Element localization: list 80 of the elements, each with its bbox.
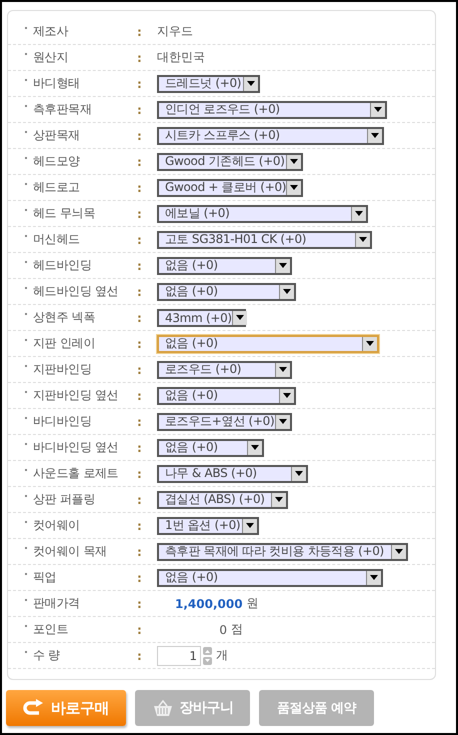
separator: : [137, 648, 143, 662]
separator: : [137, 50, 143, 64]
separator: : [137, 466, 143, 480]
separator: : [137, 76, 143, 90]
separator: : [137, 102, 143, 116]
field-label: 사운드홀 로제트 [33, 465, 120, 482]
field-label: 상판목재 [33, 127, 81, 144]
field-label: 픽업 [33, 569, 58, 586]
separator: : [137, 284, 143, 298]
separator: : [137, 414, 143, 428]
field-label: 지판 인레이 [33, 335, 96, 352]
field-label: 지판바인딩 옆선 [33, 387, 120, 404]
option-select[interactable]: 고토 SG381-H01 CK (+0) [157, 230, 372, 248]
field-label: 포인트 [33, 621, 70, 638]
field-label: 머신헤드 [33, 231, 81, 248]
option-select[interactable]: 에보닐 (+0) [157, 204, 368, 222]
field-label: 바디형태 [33, 75, 81, 92]
separator: : [137, 336, 143, 350]
field-label: 헤드바인딩 [33, 257, 93, 274]
separator: : [137, 440, 143, 454]
field-label: 컷어웨이 [33, 517, 81, 534]
separator: : [137, 180, 143, 194]
field-label: 지판바인딩 [33, 361, 93, 378]
field-label: 제조사 [33, 23, 70, 40]
option-select[interactable]: 43mm (+0) [157, 308, 246, 326]
quantity-unit: 개 [216, 647, 228, 664]
field-value: 대한민국 [157, 49, 205, 66]
separator: : [137, 492, 143, 506]
point-value: 0 [218, 622, 227, 636]
field-label: 원산지 [33, 49, 70, 66]
field-value: 지우드 [157, 23, 193, 40]
option-select[interactable]: 없음 (+0) [157, 568, 383, 586]
separator: : [137, 310, 143, 324]
option-select[interactable]: 시트카 스프루스 (+0) [157, 126, 384, 144]
field-label: 헤드바인딩 옆선 [33, 283, 120, 300]
separator: : [137, 388, 143, 402]
option-select[interactable]: 로즈우드+옆선 (+0) [157, 412, 292, 430]
field-label: 수 량 [33, 647, 61, 664]
option-select[interactable]: 없음 (+0) [157, 334, 379, 352]
separator: : [137, 258, 143, 272]
separator: : [137, 518, 143, 532]
option-select[interactable]: 없음 (+0) [157, 438, 264, 456]
separator: : [137, 362, 143, 376]
basket-icon [152, 699, 174, 717]
option-select[interactable]: 없음 (+0) [157, 256, 292, 274]
option-select[interactable]: 측후판 목재에 따라 컷비용 차등적용 (+0) [157, 542, 408, 560]
separator: : [137, 570, 143, 584]
option-select[interactable]: 겹실선 (ABS) (+0) [157, 490, 288, 508]
field-label: 상판 퍼플링 [33, 491, 96, 508]
return-arrow-icon [23, 699, 45, 717]
separator: : [137, 128, 143, 142]
option-select[interactable]: Gwood 기존헤드 (+0) [157, 152, 303, 170]
field-label: 판매가격 [33, 595, 81, 612]
option-select[interactable]: 나무 & ABS (+0) [157, 464, 308, 482]
option-select[interactable]: 로즈우드 (+0) [157, 360, 292, 378]
separator: : [137, 24, 143, 38]
field-label: 컷어웨이 목재 [33, 543, 108, 560]
point-unit: 점 [231, 621, 243, 638]
separator: : [137, 154, 143, 168]
field-label: 측후판목재 [33, 101, 93, 118]
separator: : [137, 622, 143, 636]
field-label: 상현주 넥폭 [33, 309, 96, 326]
separator: : [137, 206, 143, 220]
option-select[interactable]: 드레드넛 (+0) [157, 74, 260, 92]
separator: : [137, 544, 143, 558]
option-select[interactable]: 인디언 로즈우드 (+0) [157, 100, 387, 118]
option-select[interactable]: Gwood + 클로버 (+0) [157, 178, 303, 196]
field-label: 헤드로고 [33, 179, 81, 196]
field-label: 헤드 무늬목 [33, 205, 96, 222]
field-label: 바디바인딩 [33, 413, 93, 430]
price-value: 1,400,000 [175, 596, 243, 610]
separator: : [137, 232, 143, 246]
field-label: 헤드모양 [33, 153, 81, 170]
field-label: 바디바인딩 옆선 [33, 439, 120, 456]
option-select[interactable]: 1번 옵션 (+0) [157, 516, 259, 534]
option-select[interactable]: 없음 (+0) [157, 386, 296, 404]
separator: : [137, 596, 143, 610]
quantity-field[interactable]: 1 [157, 646, 201, 666]
currency-unit: 원 [246, 595, 259, 612]
option-select[interactable]: 없음 (+0) [157, 282, 296, 300]
